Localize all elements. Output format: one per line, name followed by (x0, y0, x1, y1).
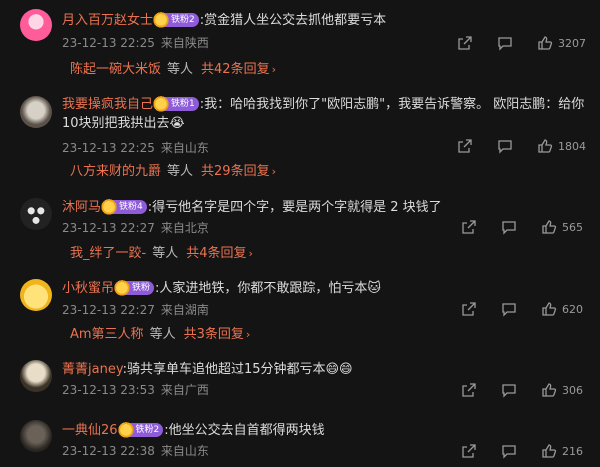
reply-mid: 等人 (149, 327, 176, 342)
like-icon[interactable] (541, 382, 557, 398)
fan-badge: 铁粉4 (101, 196, 147, 215)
comment-icon[interactable] (501, 301, 517, 317)
comment-text: :骑共享单车追他超过15分钟都亏本😄😄 (122, 362, 353, 377)
reply-count[interactable]: 共3条回复 (184, 326, 244, 344)
avatar[interactable] (20, 9, 52, 41)
comment-icon[interactable] (501, 219, 517, 235)
fan-badge: 铁粉2 (153, 9, 199, 28)
share-icon[interactable] (457, 138, 473, 154)
comment-icon[interactable] (497, 138, 513, 154)
reply-count[interactable]: 共29条回复 (201, 163, 270, 181)
comment-text: :人家进地铁，你都不敢跟踪，怕亏本🐱 (155, 281, 381, 296)
like-icon[interactable] (537, 138, 553, 154)
chevron-right-icon: › (271, 63, 276, 76)
comment-location: 来自北京 (160, 221, 209, 235)
reply-summary[interactable]: 八方来财的九爵 等人 共29条回复 › (70, 163, 276, 181)
avatar[interactable] (20, 198, 52, 230)
reply-summary[interactable]: 陈起一碗大米饭 等人 共42条回复 › (70, 61, 276, 79)
share-icon[interactable] (461, 219, 477, 235)
like-count: 1804 (558, 139, 586, 153)
fan-badge: 铁粉1 (153, 93, 199, 112)
comment-text: :得亏他名字是四个字，要是两个字就得是 2 块钱了 (147, 200, 442, 215)
reply-count[interactable]: 共42条回复 (201, 61, 270, 79)
comment-icon[interactable] (501, 443, 517, 459)
comment-text: :他坐公交去自首都得两块钱 (164, 423, 325, 438)
username[interactable]: 菁菁janey (62, 362, 123, 377)
comment-location: 来自陕西 (160, 36, 209, 50)
like-icon[interactable] (541, 301, 557, 317)
fan-badge: 铁粉 (114, 277, 155, 296)
comment-icon[interactable] (501, 382, 517, 398)
comment-date: 23-12-13 22:27 (62, 221, 155, 235)
username[interactable]: 沐阿马 (62, 200, 101, 215)
like-icon[interactable] (541, 443, 557, 459)
like-count: 620 (562, 302, 583, 316)
comment-date: 23-12-13 22:25 (62, 141, 155, 155)
like-icon[interactable] (541, 219, 557, 235)
chevron-right-icon: › (248, 247, 253, 260)
reply-mid: 等人 (152, 246, 179, 261)
avatar[interactable] (20, 420, 52, 452)
username[interactable]: 小秋蜜吊 (62, 281, 114, 296)
avatar[interactable] (20, 96, 52, 128)
like-count: 216 (562, 444, 583, 458)
comment-location: 来自广西 (160, 383, 209, 397)
share-icon[interactable] (461, 443, 477, 459)
reply-username[interactable]: 我_绊了一跤- (70, 245, 146, 263)
like-icon[interactable] (537, 35, 553, 51)
like-count: 306 (562, 383, 583, 397)
reply-summary[interactable]: Am第三人称 等人 共3条回复 › (70, 326, 250, 344)
chevron-right-icon: › (245, 328, 251, 341)
comment-icon[interactable] (497, 35, 513, 51)
username[interactable]: 月入百万赵女士 (62, 13, 153, 28)
reply-username[interactable]: 陈起一碗大米饭 (70, 61, 161, 79)
reply-summary[interactable]: 我_绊了一跤- 等人 共4条回复 › (70, 245, 253, 263)
share-icon[interactable] (457, 35, 473, 51)
fan-badge: 铁粉2 (117, 419, 164, 438)
comment-date: 23-12-13 22:38 (62, 444, 155, 458)
avatar[interactable] (20, 360, 52, 392)
reply-username[interactable]: Am第三人称 (70, 326, 144, 344)
comment-location: 来自山东 (160, 444, 209, 458)
chevron-right-icon: › (271, 165, 276, 178)
share-icon[interactable] (461, 301, 477, 317)
reply-mid: 等人 (167, 164, 194, 179)
reply-mid: 等人 (167, 62, 194, 77)
comment-text: :赏金猎人坐公交去抓他都要亏本 (199, 13, 387, 28)
comment-location: 来自山东 (160, 141, 209, 155)
avatar[interactable] (20, 279, 52, 311)
comment-location: 来自湖南 (160, 303, 209, 317)
comment-date: 23-12-13 22:27 (62, 303, 155, 317)
like-count: 565 (562, 220, 583, 234)
username[interactable]: 一典仙26 (62, 423, 118, 438)
comment-date: 23-12-13 22:25 (62, 36, 155, 50)
username[interactable]: 我要操疯我自己 (62, 97, 153, 112)
share-icon[interactable] (461, 382, 477, 398)
comment-date: 23-12-13 23:53 (62, 383, 155, 397)
reply-count[interactable]: 共4条回复 (186, 245, 246, 263)
like-count: 3207 (558, 36, 586, 50)
reply-username[interactable]: 八方来财的九爵 (70, 163, 161, 181)
